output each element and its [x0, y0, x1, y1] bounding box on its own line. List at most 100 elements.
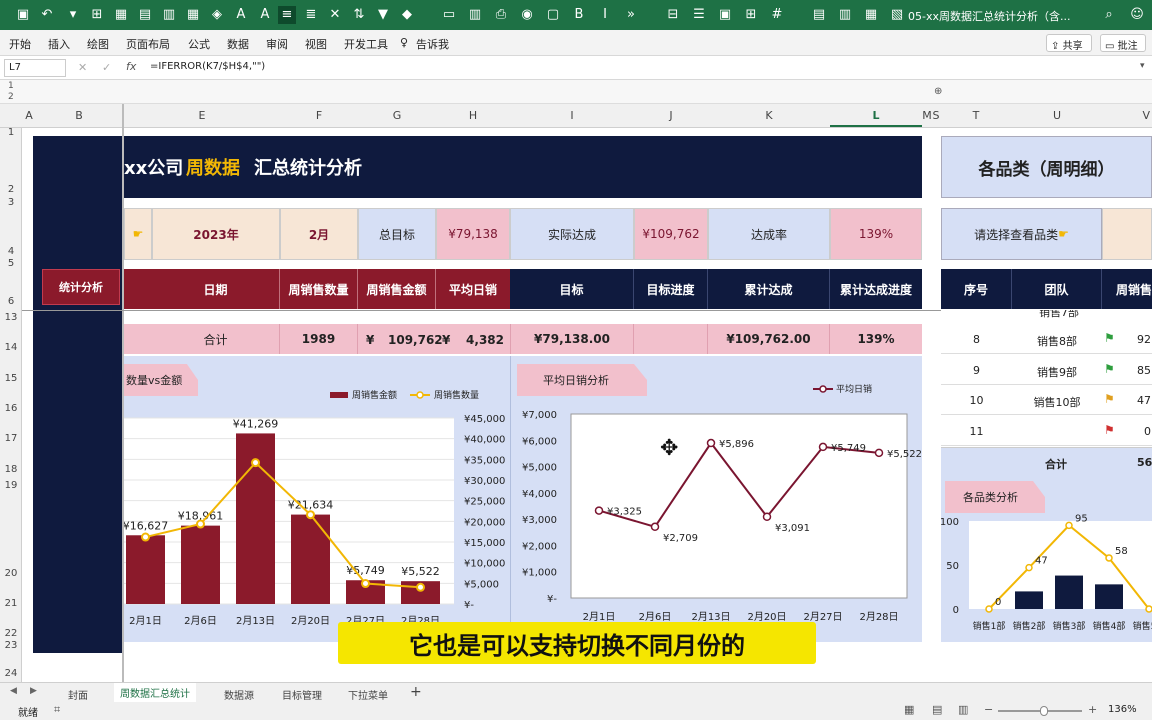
fill-icon[interactable]: ◆ [398, 6, 416, 24]
month-select[interactable]: 2月 [280, 208, 358, 260]
col-header[interactable]: M [922, 109, 932, 122]
borders-icon[interactable]: ▦ [862, 6, 880, 24]
row-header[interactable]: 21 [0, 598, 22, 609]
row-header[interactable]: 5 [0, 258, 22, 269]
dropdown-icon[interactable]: ▾ [64, 6, 82, 24]
excel-icon[interactable]: ✕ [326, 6, 344, 24]
col-header[interactable]: K [708, 109, 830, 122]
zoom-out-icon[interactable]: − [984, 703, 993, 716]
col-header[interactable]: I [510, 109, 634, 122]
zoom-slider-handle[interactable] [1040, 706, 1048, 716]
tab-review[interactable]: 审阅 [266, 36, 288, 52]
row-header[interactable]: 4 [0, 246, 22, 257]
col-header[interactable]: A [22, 109, 36, 122]
col-header[interactable]: F [280, 109, 358, 122]
grid-icon[interactable]: ▦ [184, 6, 202, 24]
font-grow-icon[interactable]: A [232, 6, 250, 24]
image-icon[interactable]: ▣ [716, 6, 734, 24]
tab-page-layout[interactable]: 页面布局 [126, 36, 170, 52]
row-header[interactable]: 19 [0, 480, 22, 491]
col-header[interactable]: G [358, 109, 436, 122]
row-header[interactable]: 15 [0, 373, 22, 384]
confirm-icon[interactable]: ✓ [102, 61, 111, 74]
name-icon[interactable]: ▤ [810, 6, 828, 24]
row-header[interactable]: 16 [0, 403, 22, 414]
prev-sheet-icon[interactable]: ◀ [10, 686, 17, 696]
tab-view[interactable]: 视图 [305, 36, 327, 52]
cancel-icon[interactable]: ✕ [78, 61, 87, 74]
align-icon[interactable]: ≡ [278, 6, 296, 24]
camera-icon[interactable]: ◉ [518, 6, 536, 24]
row-header[interactable]: 17 [0, 433, 22, 444]
border-icon[interactable]: ⊞ [742, 6, 760, 24]
person-icon[interactable]: ☺ [1128, 6, 1146, 24]
col-header[interactable]: U [1012, 109, 1102, 122]
undo-icon[interactable]: ↶ [38, 6, 56, 24]
freeze-icon[interactable]: ▧ [888, 6, 906, 24]
add-sheet-icon[interactable]: + [410, 684, 422, 700]
row-header[interactable]: 18 [0, 464, 22, 475]
col-header[interactable]: V [1102, 109, 1152, 122]
table-icon[interactable]: ▦ [112, 6, 130, 24]
merge-icon[interactable]: ⊟ [664, 6, 682, 24]
tell-me[interactable]: 告诉我 [416, 36, 449, 52]
tab-draw[interactable]: 绘图 [87, 36, 109, 52]
filter-icon[interactable]: ▼ [374, 6, 392, 24]
year-select[interactable]: 2023年 [152, 208, 280, 260]
tab-data[interactable]: 数据 [227, 36, 249, 52]
cell-style-icon[interactable]: ▥ [836, 6, 854, 24]
tab-home[interactable]: 开始 [9, 36, 31, 52]
number-icon[interactable]: # [768, 6, 786, 24]
row-header[interactable]: 2 [0, 184, 22, 195]
row-header[interactable]: 20 [0, 568, 22, 579]
row-header[interactable]: 23 [0, 640, 22, 651]
print-icon[interactable]: ⎙ [492, 6, 510, 24]
format-painter-icon[interactable]: ⊞ [88, 6, 106, 24]
paste-icon[interactable]: ▥ [160, 6, 178, 24]
col-header[interactable]: B [36, 109, 122, 122]
col-header[interactable]: J [634, 109, 708, 122]
share-button[interactable]: ⇪ 共享 [1046, 34, 1092, 52]
fx-icon[interactable]: fx [126, 60, 136, 73]
search-icon[interactable]: ⌕ [1100, 6, 1118, 24]
bold-icon[interactable]: B [570, 6, 588, 24]
font-shrink-icon[interactable]: A [256, 6, 274, 24]
row-header[interactable]: 6 [0, 296, 22, 307]
col-header[interactable]: E [124, 109, 280, 122]
list-icon[interactable]: ☰ [690, 6, 708, 24]
outline-level-1[interactable]: 1 [8, 81, 14, 91]
normal-view-icon[interactable]: ▦ [904, 703, 914, 716]
sheet-tab-active[interactable]: 周数据汇总统计 [114, 683, 196, 704]
row-header[interactable]: 1 [0, 127, 22, 138]
col-header[interactable]: H [436, 109, 510, 122]
expand-icon[interactable]: ⊕ [934, 86, 942, 97]
col-header-selected[interactable]: L [830, 109, 922, 127]
wrap-icon[interactable]: ≣ [302, 6, 320, 24]
row-header[interactable]: 13 [0, 312, 22, 323]
paint-bucket-icon[interactable]: ◈ [208, 6, 226, 24]
comment-button[interactable]: ▭ 批注 [1100, 34, 1146, 52]
stats-analysis-button[interactable]: 统计分析 [42, 269, 120, 305]
save-icon[interactable]: ▣ [14, 6, 32, 24]
preview-icon[interactable]: ▢ [544, 6, 562, 24]
col-header[interactable]: T [940, 109, 1012, 122]
row-header[interactable]: 3 [0, 197, 22, 208]
italic-icon[interactable]: I [596, 6, 614, 24]
row-header[interactable]: 22 [0, 628, 22, 639]
category-select[interactable] [1102, 208, 1152, 260]
outline-level-2[interactable]: 2 [8, 92, 14, 102]
macro-icon[interactable]: ⌗ [54, 703, 60, 717]
tab-formulas[interactable]: 公式 [188, 36, 210, 52]
page-break-icon[interactable]: ▥ [958, 703, 968, 716]
row-header[interactable]: 14 [0, 342, 22, 353]
page-icon[interactable]: ▭ [440, 6, 458, 24]
formula-input[interactable]: =IFERROR(K7/$H$4,"") [150, 61, 265, 72]
chart-icon[interactable]: ▥ [466, 6, 484, 24]
more-icon[interactable]: » [622, 6, 640, 24]
clipboard-icon[interactable]: ▤ [136, 6, 154, 24]
zoom-in-icon[interactable]: + [1088, 703, 1097, 716]
row-header[interactable]: 24 [0, 668, 22, 679]
col-header[interactable]: S [932, 109, 940, 122]
tab-insert[interactable]: 插入 [48, 36, 70, 52]
page-layout-icon[interactable]: ▤ [932, 703, 942, 716]
